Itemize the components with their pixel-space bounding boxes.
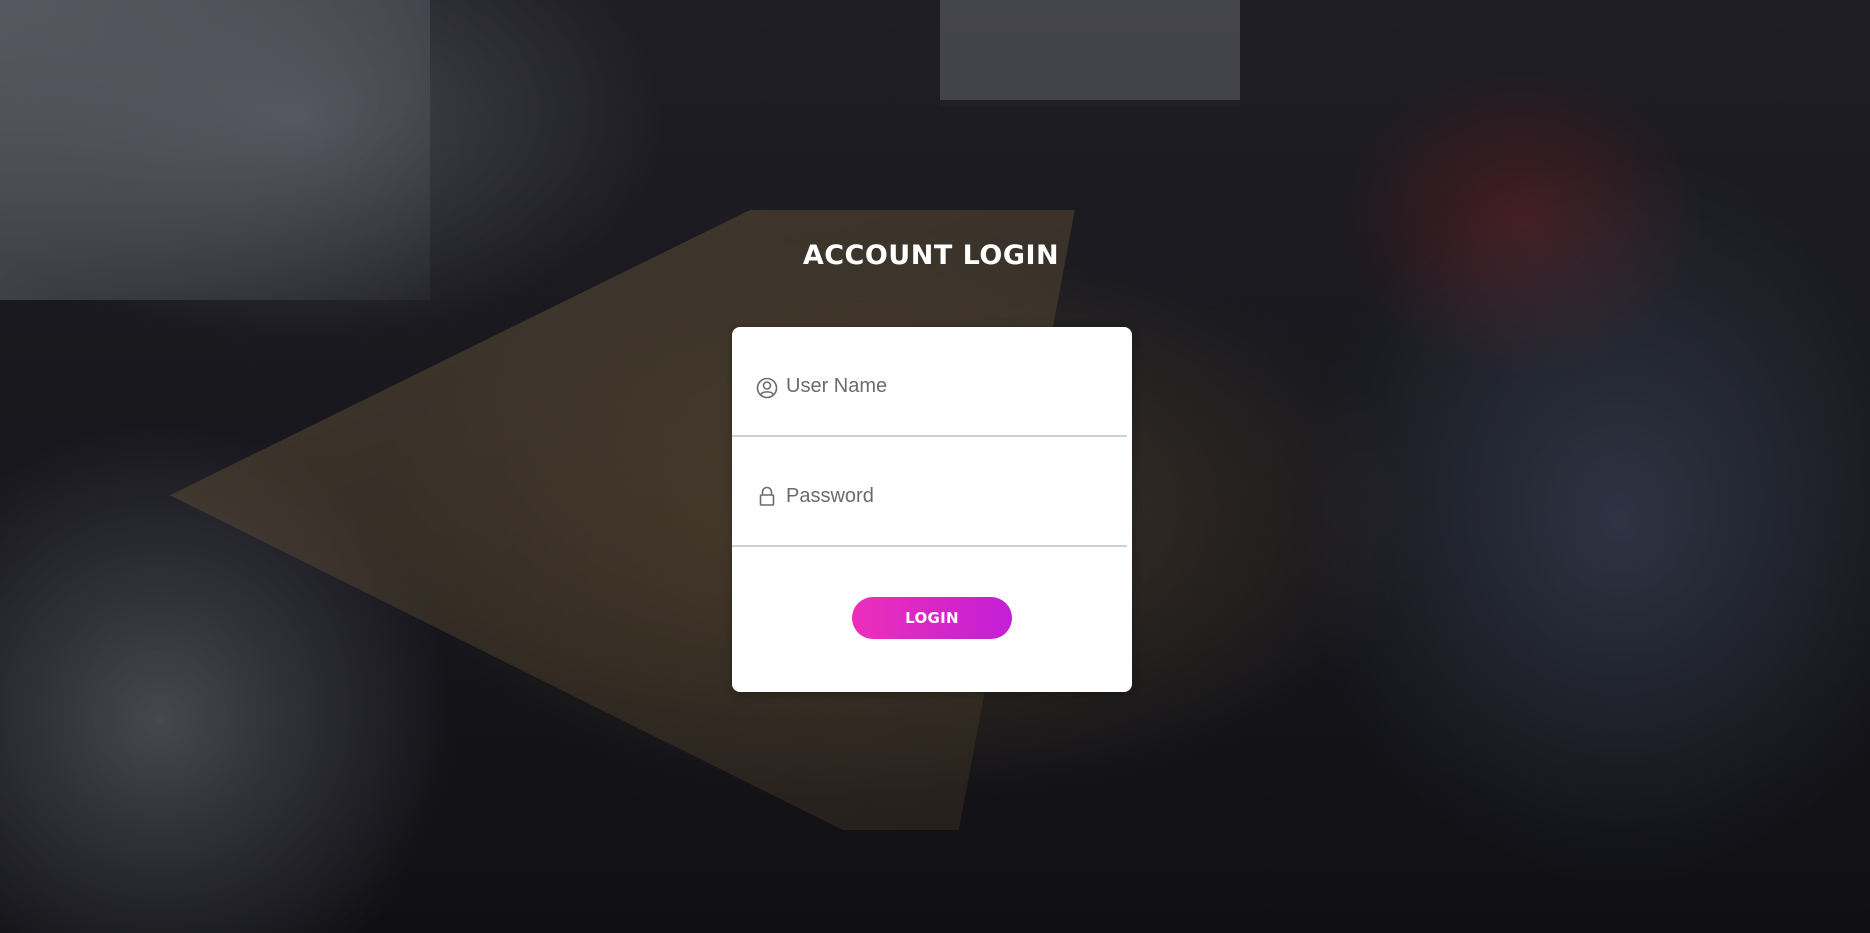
password-placeholder: Password [786,485,874,507]
username-field[interactable]: User Name [732,327,1127,437]
page-title: ACCOUNT LOGIN [802,240,1060,271]
password-field[interactable]: Password [732,437,1127,547]
username-placeholder: User Name [786,375,888,397]
login-page: ACCOUNT LOGIN User Name Password LOGIN [0,0,1870,933]
login-button[interactable]: LOGIN [852,597,1012,639]
lock-icon [756,485,778,507]
login-card: User Name Password LOGIN [732,327,1132,692]
user-circle-icon [756,377,778,399]
